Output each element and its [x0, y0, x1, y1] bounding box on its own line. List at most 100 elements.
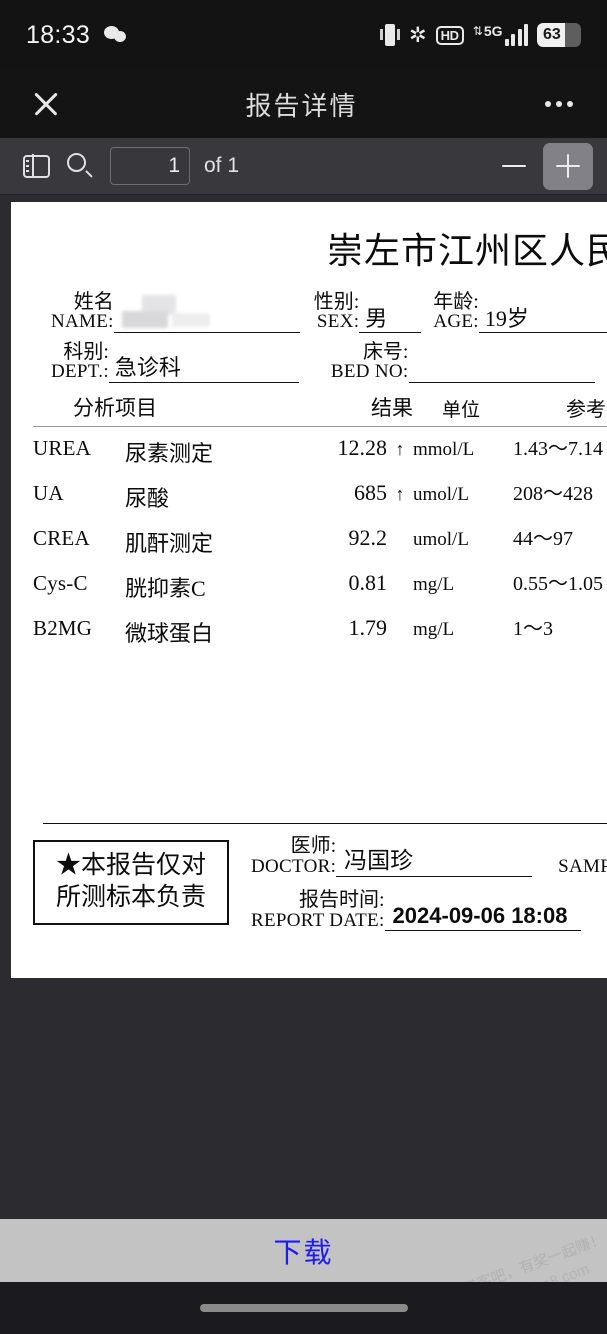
cell-result: 0.81 [348, 569, 388, 595]
close-icon[interactable] [26, 84, 66, 124]
zoom-controls [489, 142, 593, 190]
footer-row-report-date: 报告时间: REPORT DATE: 2024-09-06 18:08 检验员:… [251, 890, 607, 931]
field-bed: 床号: BED NO: [331, 340, 595, 383]
more-options-icon[interactable] [537, 84, 581, 124]
hospital-name: 崇左市江州区人民医院 [326, 231, 607, 272]
site-watermark: 赚客吧，有奖一起赚！ www.zuanke8.com [460, 1227, 607, 1282]
field-dept-label-en: DEPT.: [51, 361, 109, 383]
cell-name: 尿酸 [125, 485, 170, 511]
patient-info-row: 姓名 NAME: 性别: SEX: 男 年龄: AGE: 19岁 [51, 292, 607, 333]
search-icon [67, 153, 93, 179]
sidebar-toggle-icon [22, 154, 50, 178]
cell-flag: ↑ [395, 483, 405, 504]
signal-bars-icon [504, 24, 528, 46]
report-disclaimer-stamp: ★本报告仅对 所测标本负责 [33, 840, 229, 925]
cell-code: UREA [33, 435, 91, 460]
pdf-page: 崇左市江州区人民医院 姓名 NAME: 性别: [11, 202, 607, 978]
zoom-in-button[interactable] [543, 142, 593, 190]
field-dept: 科别: DEPT.: 急诊科 [51, 341, 299, 383]
results-table: 分析项目 结果 单位 参考范围 UREA 尿素测定 12.28 ↑ mmol/L 1.43… [11, 392, 607, 652]
sidebar-toggle-button[interactable] [14, 144, 58, 188]
status-bar: 18:33 ✲ HD ⇅ 5G 63 [0, 0, 607, 70]
redacted-name [120, 294, 294, 331]
field-age-label-cn: 年龄: [433, 291, 479, 313]
cell-item: CREA 肌酐测定 [33, 526, 295, 558]
pdf-toolbar: 1 of 1 [0, 138, 607, 195]
field-dept-label: 科别: DEPT.: [51, 341, 109, 383]
page-number-input[interactable]: 1 [110, 147, 190, 185]
field-sex-label-cn: 性别: [313, 291, 360, 313]
cell-code: B2MG [33, 615, 93, 640]
disclaimer-line-1: ★本报告仅对 [55, 852, 206, 880]
cell-code: Cys-C [33, 570, 88, 595]
network-type-label: 5G [483, 23, 503, 39]
page-count-label: of 1 [204, 154, 240, 177]
cell-item: UA 尿酸 [33, 481, 295, 513]
cell-code: CREA [33, 525, 90, 550]
footer-row-doctor: 医师: DOCTOR: 冯国珍 采样时间: SAMPLE TIME: [251, 836, 607, 878]
footer-fields: 医师: DOCTOR: 冯国珍 采样时间: SAMPLE TIME: 报 [229, 836, 607, 944]
cell-reference: 0.55～1.05 [513, 572, 603, 595]
cell-code: UA [33, 480, 64, 505]
field-bed-label: 床号: BED NO: [331, 340, 409, 383]
cell-flag: ↑ [395, 438, 405, 459]
footer-grid: ★本报告仅对 所测标本负责 医师: DOCTOR: 冯国珍 采样时间: [33, 836, 607, 944]
cell-reference: 208～428 [513, 482, 593, 505]
field-sample-time-label: 采样时间: SAMPLE TIME: [558, 836, 607, 877]
wechat-icon [104, 26, 128, 44]
field-age-label-en: AGE: [433, 311, 479, 333]
home-indicator[interactable] [199, 1304, 408, 1312]
table-body: UREA 尿素测定 12.28 ↑ mmol/L 1.43～7.14 UA 尿酸 685 ↑ umo… [33, 427, 607, 652]
data-arrows-icon: ⇅ [472, 24, 483, 38]
field-name: 姓名 NAME: [51, 292, 300, 333]
cell-name: 微球蛋白 [125, 620, 214, 646]
field-dept-value: 急诊科 [108, 353, 299, 383]
field-report-date-label-en: REPORT DATE: [251, 909, 385, 931]
search-button[interactable] [58, 144, 102, 188]
cell-item: Cys-C 胱抑素C [33, 571, 295, 603]
cell-unit: umol/L [413, 528, 469, 550]
cell-reference: 1～3 [513, 617, 553, 640]
cell-reference: 1.43～7.14 [513, 437, 603, 460]
field-name-value [113, 294, 300, 333]
battery-percent: 63 [543, 26, 561, 43]
field-sample-time-label-en: SAMPLE TIME: [558, 855, 607, 877]
watermark-line-2: www.zuanke8.com [468, 1249, 607, 1282]
field-report-date-label: 报告时间: REPORT DATE: [251, 890, 385, 931]
field-bed-value [408, 353, 595, 383]
cell-reference: 44～97 [513, 527, 573, 550]
cell-result: 12.28 [337, 434, 388, 460]
col-header-reference: 参考范围 [566, 398, 607, 421]
cell-name: 尿素测定 [125, 440, 214, 466]
bluetooth-icon: ✲ [408, 23, 427, 47]
field-doctor-label-en: DOCTOR: [251, 855, 337, 877]
cell-unit: mmol/L [413, 438, 475, 460]
field-age: 年龄: AGE: 19岁 [433, 292, 607, 333]
cell-result: 1.79 [348, 614, 388, 640]
table-header-row: 分析项目 结果 单位 参考范围 [33, 392, 607, 427]
table-row: UREA 尿素测定 12.28 ↑ mmol/L 1.43～7.14 [33, 427, 607, 472]
download-button[interactable]: 下载 赚客吧，有奖一起赚！ www.zuanke8.com [0, 1219, 607, 1282]
footer-divider [43, 822, 607, 825]
field-doctor-value: 冯国珍 [336, 841, 533, 878]
field-bed-label-cn: 床号: [362, 340, 409, 363]
status-bar-left: 18:33 [26, 21, 128, 50]
page-title: 报告详情 [245, 90, 358, 121]
patient-info-row: 科别: DEPT.: 急诊科 床号: BED NO: 住院/门诊号 [51, 340, 607, 383]
hd-icon: HD [435, 25, 464, 45]
pdf-viewport[interactable]: 崇左市江州区人民医院 姓名 NAME: 性别: [0, 196, 607, 1234]
col-header-item: 分析项目 [73, 395, 157, 420]
app-header: 报告详情 [0, 70, 607, 138]
status-bar-right: ✲ HD ⇅ 5G 63 [379, 23, 581, 47]
cell-item: UREA 尿素测定 [33, 436, 295, 468]
field-name-label: 姓名 NAME: [51, 292, 114, 333]
zoom-out-button[interactable] [489, 143, 539, 190]
field-sex-label: 性别: SEX: [314, 292, 360, 333]
phone-screen: 18:33 ✲ HD ⇅ 5G 63 报告详情 1 of 1 崇左市江州区人民 … [0, 0, 607, 1334]
col-header-unit: 单位 [441, 399, 480, 421]
cell-unit: mg/L [413, 618, 455, 640]
cell-item: B2MG 微球蛋白 [33, 616, 295, 648]
field-report-date-label-cn: 报告时间: [298, 889, 385, 912]
navigation-bar [0, 1282, 607, 1334]
cell-result: 685 [354, 479, 387, 505]
